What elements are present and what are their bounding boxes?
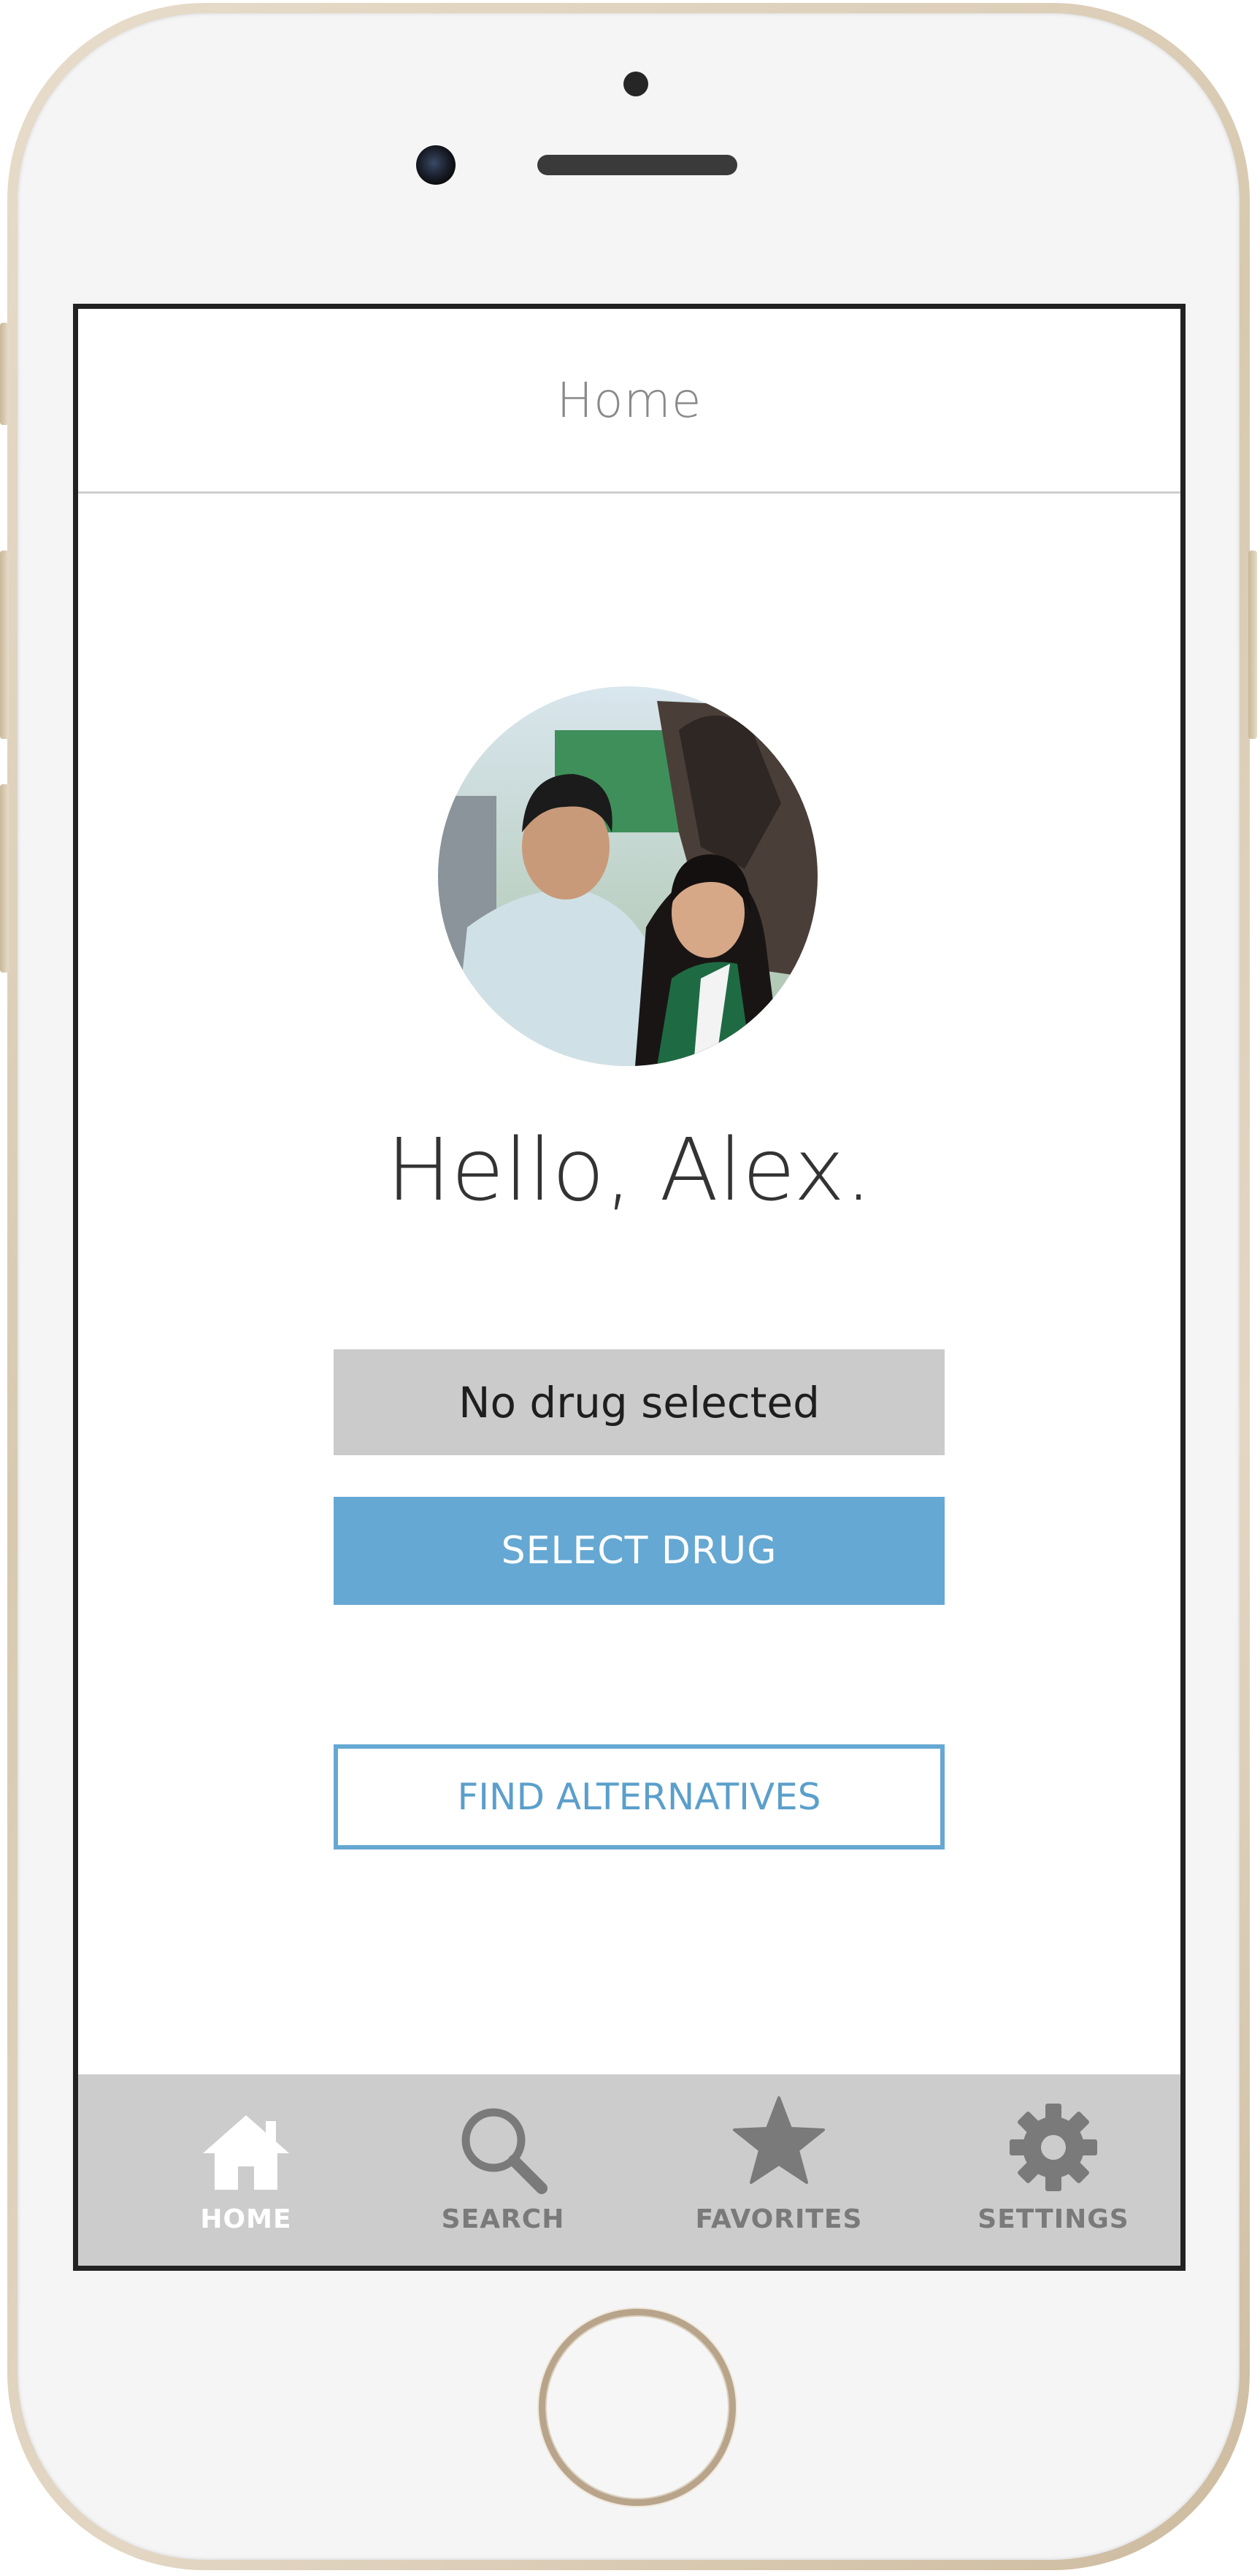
- earpiece-speaker: [537, 155, 737, 175]
- tab-settings-label: SETTINGS: [977, 2204, 1129, 2234]
- home-hardware-button[interactable]: [539, 2309, 736, 2506]
- tab-bar: HOME SEARCH FAVORITES SETTINGS: [78, 2074, 1180, 2266]
- avatar-photo: [438, 686, 818, 1066]
- tab-favorites[interactable]: FAVORITES: [669, 2074, 888, 2266]
- star-icon: [733, 2096, 825, 2184]
- proximity-sensor: [623, 72, 648, 96]
- front-camera: [416, 145, 456, 185]
- volume-up-button: [0, 551, 9, 739]
- search-icon: [461, 2108, 548, 2194]
- volume-down-button: [0, 784, 9, 973]
- tab-settings[interactable]: SETTINGS: [944, 2074, 1163, 2266]
- app-screen: Home Hello, Alex. No drug selected SELEC…: [73, 304, 1186, 2271]
- mute-switch: [0, 323, 9, 425]
- greeting-text: Hello, Alex.: [386, 1119, 872, 1220]
- avatar: [438, 686, 818, 1066]
- page-title: Home: [556, 372, 702, 429]
- home-icon: [203, 2115, 289, 2190]
- tab-favorites-label: FAVORITES: [695, 2204, 863, 2234]
- tab-search-label: SEARCH: [441, 2204, 565, 2234]
- navigation-bar: Home: [78, 309, 1180, 494]
- tab-home[interactable]: HOME: [137, 2074, 356, 2266]
- select-drug-button[interactable]: SELECT DRUG: [334, 1497, 945, 1605]
- find-alternatives-button[interactable]: FIND ALTERNATIVES: [334, 1744, 945, 1849]
- tab-search[interactable]: SEARCH: [393, 2074, 612, 2266]
- gear-icon: [1010, 2104, 1097, 2191]
- tab-home-label: HOME: [200, 2204, 292, 2234]
- selected-drug-status: No drug selected: [334, 1349, 945, 1455]
- power-button: [1248, 551, 1257, 739]
